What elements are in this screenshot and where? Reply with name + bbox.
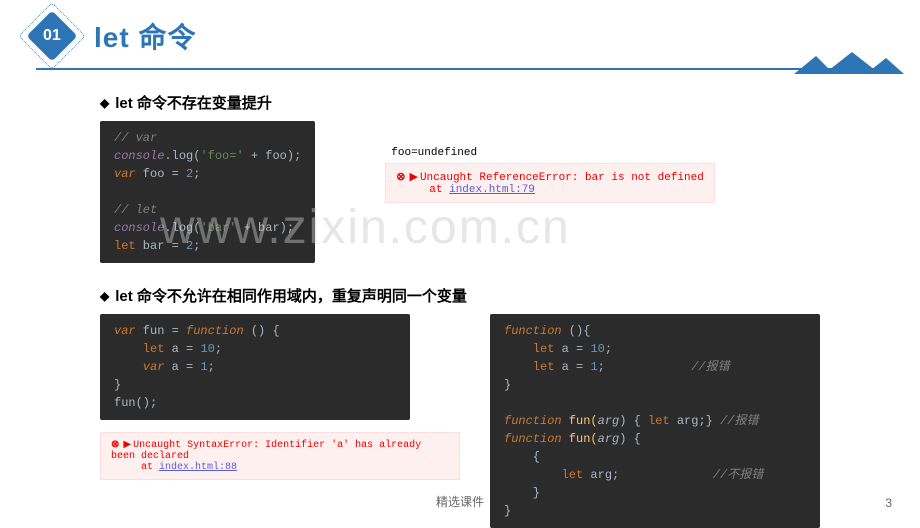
subheading-2: let 命令不允许在相同作用域内，重复声明同一个变量 — [100, 285, 920, 306]
error-icon: ⊗ — [111, 440, 119, 451]
sub2-text: 命令不允许在相同作用域内，重复声明同一个变量 — [137, 288, 467, 305]
row-1: // var console.log('foo=' + foo); var fo… — [100, 121, 920, 263]
error-msg-2: Uncaught SyntaxError: Identifier 'a' has… — [111, 440, 421, 462]
error-box-2: ⊗ ▶Uncaught SyntaxError: Identifier 'a' h… — [100, 432, 460, 480]
section-badge: 01 — [27, 11, 78, 62]
slide-content: let 命令不存在变量提升 // var console.log('foo=' … — [0, 70, 920, 528]
sub2-prefix: let — [115, 288, 137, 305]
badge-number: 01 — [43, 27, 61, 45]
console-panel-1: foo=undefined ⊗ ▶Uncaught ReferenceError:… — [385, 147, 715, 203]
error-box-1: ⊗ ▶Uncaught ReferenceError: bar is not de… — [385, 163, 715, 203]
error-arrow-icon: ▶ — [409, 172, 417, 184]
slide-header: 01 let 命令 — [0, 0, 920, 56]
mountain-decoration — [794, 52, 904, 74]
error-icon: ⊗ — [396, 172, 405, 184]
error-msg-1: Uncaught ReferenceError: bar is not defi… — [420, 172, 704, 184]
error-link-2[interactable]: index.html:88 — [159, 462, 237, 473]
console-output-1: foo=undefined — [385, 147, 715, 159]
error-link-1[interactable]: index.html:79 — [449, 184, 535, 196]
error-arrow-icon: ▶ — [123, 440, 131, 451]
error-at-2: at — [141, 462, 159, 473]
error-at-1: at — [429, 184, 449, 196]
sub1-text: 命令不存在变量提升 — [137, 95, 272, 112]
page-number: 3 — [885, 496, 892, 510]
slide-title: let 命令 — [94, 16, 196, 56]
subheading-1: let 命令不存在变量提升 — [100, 92, 920, 113]
footer-text: 精选课件 — [0, 493, 920, 510]
code-block-2: var fun = function () { let a = 10; var … — [100, 314, 410, 420]
code-block-1: // var console.log('foo=' + foo); var fo… — [100, 121, 315, 263]
sub1-prefix: let — [115, 95, 137, 112]
col-left: var fun = function () { let a = 10; var … — [100, 314, 460, 480]
